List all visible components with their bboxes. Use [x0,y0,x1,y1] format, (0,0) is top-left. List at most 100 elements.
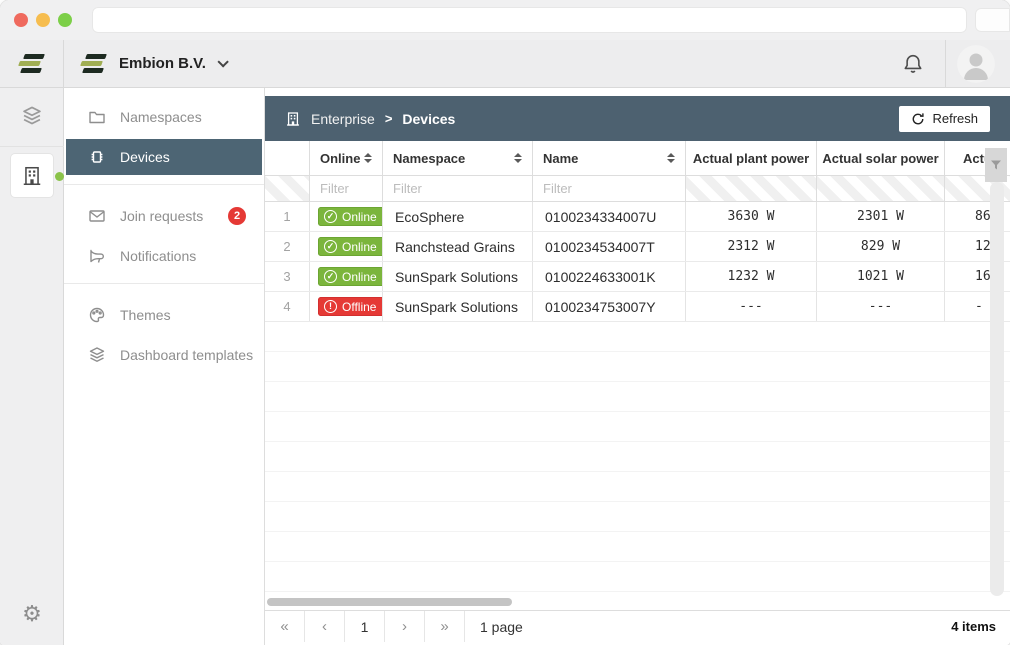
sort-arrows-icon [667,153,675,163]
breadcrumb-root[interactable]: Enterprise [311,111,375,127]
app-header: Embion B.V. [0,40,1010,88]
embion-logo-icon [18,54,46,73]
status-badge-offline: !Offline [318,297,383,316]
column-header-name[interactable]: Name [533,141,686,175]
rail-dashboards-button[interactable] [0,105,64,127]
funnel-icon [990,159,1002,171]
cell-name: 0100224633001K [533,262,686,291]
user-avatar-button[interactable] [957,45,995,83]
first-page-button[interactable]: « [265,611,305,642]
sort-arrows-icon [364,153,372,163]
table-row[interactable]: 2✓OnlineRanchstead Grains0100234534007T2… [265,232,1010,262]
cell-name: 0100234534007T [533,232,686,261]
rail-divider [0,146,64,147]
menu-divider [64,283,264,284]
gear-icon: ⚙ [22,601,42,626]
table-row[interactable]: 4!OfflineSunSpark Solutions0100234753007… [265,292,1010,322]
table-row[interactable]: 1✓OnlineEcoSphere0100234334007U3630 W230… [265,202,1010,232]
minimize-window-button[interactable] [36,13,50,27]
cell-name: 0100234334007U [533,202,686,231]
chip-icon [88,148,106,166]
organization-switcher[interactable]: Embion B.V. [80,40,225,87]
empty-row [265,442,1010,472]
status-badge-online: ✓Online [318,207,383,226]
building-icon [285,111,301,127]
content-area: Enterprise > Devices Refresh OnlineNames… [265,88,1010,645]
last-page-button[interactable]: » [425,611,465,642]
embion-logo-icon [80,54,108,73]
icon-rail: ⚙ [0,88,64,645]
close-window-button[interactable] [14,13,28,27]
cell-num: 2 [265,232,310,261]
filter-input-namespace[interactable] [393,181,522,196]
cell-num: 3 [265,262,310,291]
sort-arrows-icon [514,153,522,163]
column-header-label: Actual solar power [822,151,938,166]
building-icon [21,165,43,187]
cell-plant: --- [686,292,817,321]
empty-row [265,502,1010,532]
app-logo-button[interactable] [0,40,64,87]
sidebar-item-notifications[interactable]: Notifications [64,238,264,274]
person-icon [957,45,995,83]
empty-row [265,532,1010,562]
sidebar-item-devices[interactable]: Devices [66,139,262,175]
cell-status: ✓Online [310,202,383,231]
column-header-actual-solar-power: Actual solar power [817,141,945,175]
cell-status: !Offline [310,292,383,321]
browser-window: Embion B.V. [0,0,1010,645]
filter-input-name[interactable] [543,181,675,196]
sidebar-item-dashboard-templates[interactable]: Dashboard templates [64,337,264,373]
prev-page-button[interactable]: ‹ [305,611,345,642]
table-filter-row [265,176,1010,202]
chevron-down-icon [217,56,228,67]
column-header-label: Name [543,151,578,166]
filter-cell-online [310,176,383,201]
refresh-label: Refresh [932,111,978,126]
check-circle-icon: ✓ [324,270,337,283]
filter-row-toggle-button[interactable] [985,148,1007,182]
empty-row [265,562,1010,592]
sidebar-item-join-requests[interactable]: Join requests2 [64,198,264,234]
column-header-label: Online [320,151,360,166]
horizontal-scrollbar-thumb[interactable] [267,598,512,606]
address-bar[interactable] [92,7,967,33]
pager-buttons: «‹1›» [265,611,465,642]
cell-namespace: Ranchstead Grains [383,232,533,261]
column-header-namespace[interactable]: Namespace [383,141,533,175]
empty-row [265,472,1010,502]
folder-icon [88,108,106,126]
cell-namespace: SunSpark Solutions [383,262,533,291]
sidebar-item-namespaces[interactable]: Namespaces [64,99,264,135]
column-header-online[interactable]: Online [310,141,383,175]
organization-name: Embion B.V. [119,55,206,72]
sidebar-item-themes[interactable]: Themes [64,297,264,333]
layers-icon [88,346,106,364]
maximize-window-button[interactable] [58,13,72,27]
table-row[interactable]: 3✓OnlineSunSpark Solutions0100224633001K… [265,262,1010,292]
settings-button[interactable]: ⚙ [0,603,64,625]
cell-solar: 2301 W [817,202,945,231]
cell-status: ✓Online [310,262,383,291]
refresh-button[interactable]: Refresh [899,106,990,132]
notifications-bell-button[interactable] [902,53,924,75]
browser-chrome [0,0,1010,40]
browser-extension-area[interactable] [975,8,1010,32]
empty-row [265,412,1010,442]
filter-cell-namespace [383,176,533,201]
envelope-icon [88,207,106,225]
next-page-button[interactable]: › [385,611,425,642]
sidebar-item-label: Dashboard templates [120,347,253,363]
page-1-button[interactable]: 1 [345,611,385,642]
sidebar-item-label: Namespaces [120,109,202,125]
sidebar-menu: Namespaces Devices Join requests2 Notificat… [64,88,265,645]
cell-namespace: SunSpark Solutions [383,292,533,321]
filter-cell-name [533,176,686,201]
filter-input-online[interactable] [320,181,372,196]
cell-solar: 829 W [817,232,945,261]
refresh-icon [911,112,925,126]
vertical-scrollbar[interactable] [990,182,1004,596]
page-count-label: 1 page [465,611,538,642]
column-header-actual-plant-power: Actual plant power [686,141,817,175]
rail-enterprise-button[interactable] [11,154,53,197]
